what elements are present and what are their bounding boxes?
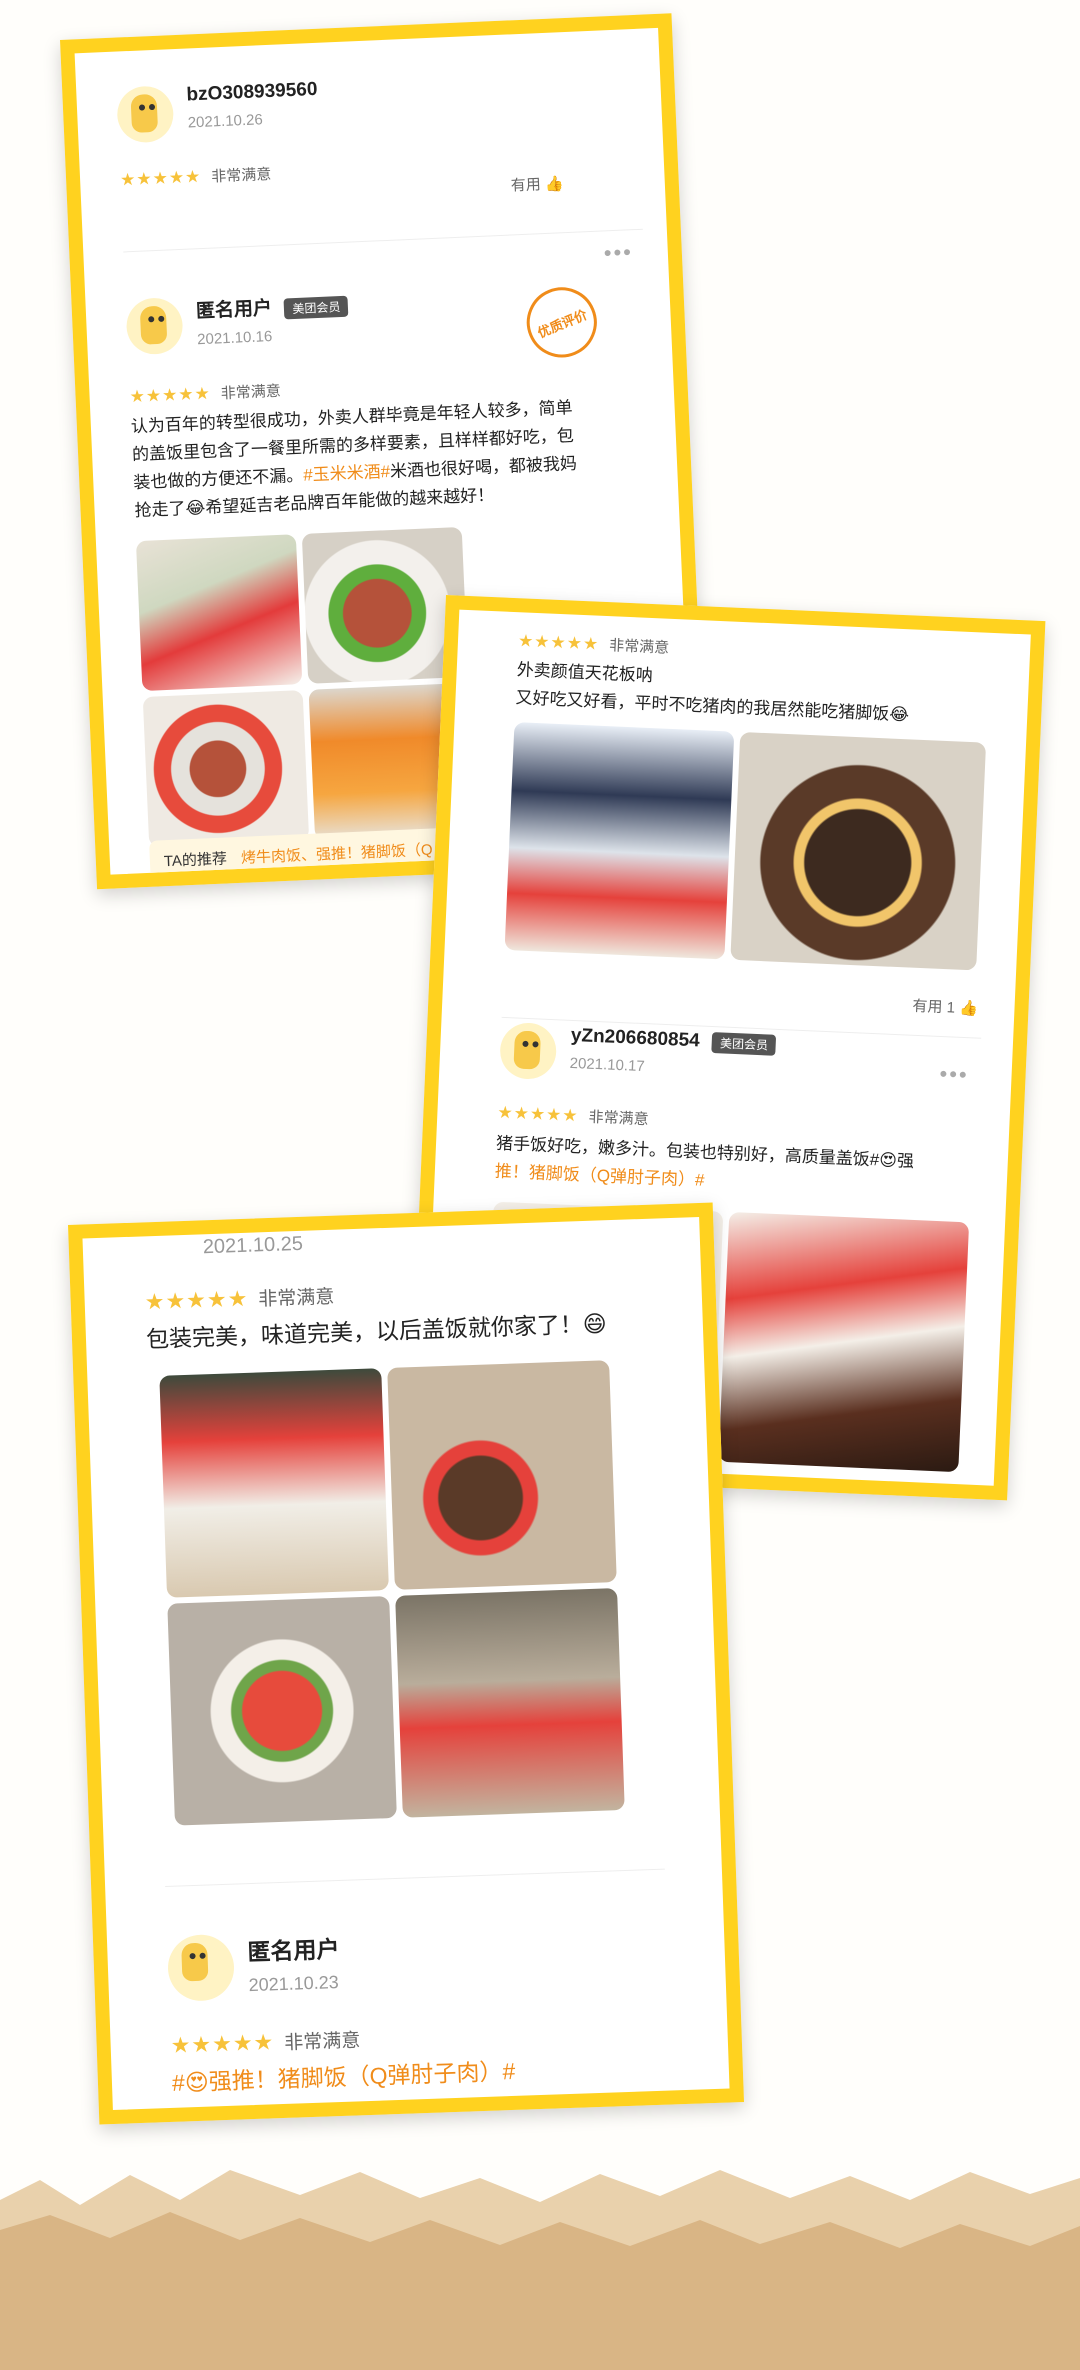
torn-paper-decoration — [0, 2170, 1080, 2370]
review-date: 2021.10.17 — [569, 1055, 646, 1076]
divider — [165, 1868, 665, 1888]
thumb-up-icon: 👍 — [937, 1484, 958, 1501]
rating-text: 非常满意 — [257, 1286, 335, 1311]
review-header: yZn206680854 美团会员 2021.10.17 — [498, 1021, 777, 1090]
review-photo[interactable] — [395, 1588, 625, 1818]
rating: ★★★★★ 非常满意 — [120, 163, 272, 191]
review-date: 2021.10.23 — [248, 1972, 340, 1996]
recommend-label: TA的推荐 — [163, 850, 228, 871]
rating-text: 非常满意 — [283, 2030, 361, 2054]
review-photo[interactable] — [730, 731, 987, 971]
rating-text: 非常满意 — [210, 165, 272, 186]
rating: ★★★★★ 非常满意 — [170, 2025, 360, 2059]
review-photo[interactable] — [387, 1360, 617, 1590]
rating: ★★★★★ 非常满意 — [497, 1102, 649, 1130]
username[interactable]: yZn206680854 — [570, 1025, 700, 1052]
star-rating: ★★★★★ — [129, 383, 212, 406]
member-badge: 美团会员 — [283, 295, 349, 320]
review-card-3: 2021.10.25 ★★★★★ 非常满意 包装完美，味道完美，以后盖饭就你家了… — [68, 1202, 745, 2125]
star-rating: ★★★★★ — [144, 1285, 249, 1314]
rating: ★★★★★ 非常满意 — [518, 630, 670, 658]
rating: ★★★★★ 非常满意 — [129, 380, 281, 408]
quality-review-stamp: 优质评价 — [516, 276, 608, 369]
rating: ★★★★★ 非常满意 — [144, 1282, 334, 1316]
star-rating: ★★★★★ — [497, 1102, 580, 1125]
review-header: 匿名用户 美团会员 2021.10.16 — [125, 290, 350, 356]
review-date: 2021.10.25 — [202, 1232, 304, 1259]
username[interactable]: 匿名用户 — [196, 298, 273, 322]
rating-text: 非常满意 — [220, 382, 282, 403]
topic-tag[interactable]: #😍强推！猪脚饭（Q弹肘子肉）# — [171, 2054, 516, 2100]
thumb-up-icon: 👍 — [958, 999, 979, 1018]
useful-button[interactable]: 有用 1 👍 — [912, 995, 978, 1019]
review-photo[interactable] — [159, 1368, 389, 1598]
thumb-up-icon: 👍 — [544, 175, 564, 193]
username[interactable]: 匿名用户 — [247, 1930, 340, 1967]
star-rating: ★★★★★ — [517, 630, 600, 654]
more-options-icon[interactable]: ••• — [603, 239, 633, 266]
avatar[interactable] — [166, 1933, 236, 2002]
review-photo[interactable] — [142, 690, 310, 847]
username[interactable]: bzO308939560 — [186, 79, 318, 107]
avatar[interactable] — [498, 1021, 558, 1081]
useful-button[interactable]: 有用 👍 — [510, 172, 564, 195]
avatar[interactable] — [125, 296, 184, 356]
avatar[interactable] — [116, 85, 175, 144]
review-text: 猪手饭好吃，嫩多汁。包装也特别好，高质量盖饭#😍强 推！猪脚饭（Q弹肘子肉）# — [494, 1130, 1016, 1209]
useful-button[interactable]: 有用 1 👍 — [891, 1479, 957, 1500]
more-options-icon[interactable]: ••• — [939, 1061, 969, 1088]
review-photo[interactable] — [718, 1211, 970, 1473]
review-text: 包装完美，味道完美，以后盖饭就你家了！😄 — [145, 1310, 608, 1353]
review-photo[interactable] — [167, 1596, 397, 1826]
star-rating: ★★★★★ — [119, 166, 202, 190]
review-photo[interactable] — [135, 534, 303, 692]
useful-label: 有用 1 — [890, 1482, 935, 1501]
review-date: 2021.10.26 — [187, 111, 264, 132]
star-rating: ★★★★★ — [170, 2028, 275, 2058]
rating-text: 非常满意 — [608, 637, 670, 657]
topic-tag[interactable]: #玉米米酒# — [303, 462, 391, 485]
review-text: 外卖颜值天花板呐 又好吃又好看，平时不吃猪肉的我居然能吃猪脚饭😂 — [515, 660, 910, 725]
useful-label: 有用 — [510, 176, 542, 195]
divider — [123, 228, 643, 253]
rating-text: 非常满意 — [588, 1108, 649, 1129]
review-date: 2021.10.16 — [196, 328, 273, 349]
useful-label: 有用 1 — [912, 997, 956, 1017]
member-badge: 美团会员 — [711, 1032, 777, 1057]
review-header: bzO308939560 2021.10.26 — [116, 79, 319, 144]
review-photo[interactable] — [504, 722, 735, 960]
review-text: 认为百年的转型很成功，外卖人群毕竟是年轻人较多，简单 的盖饭里包含了一餐里所需的… — [130, 398, 578, 521]
review-header: 匿名用户 2021.10.23 — [166, 1930, 341, 2002]
recommend-value: 烤牛肉饭、强推！猪脚饭（Q — [240, 841, 433, 867]
